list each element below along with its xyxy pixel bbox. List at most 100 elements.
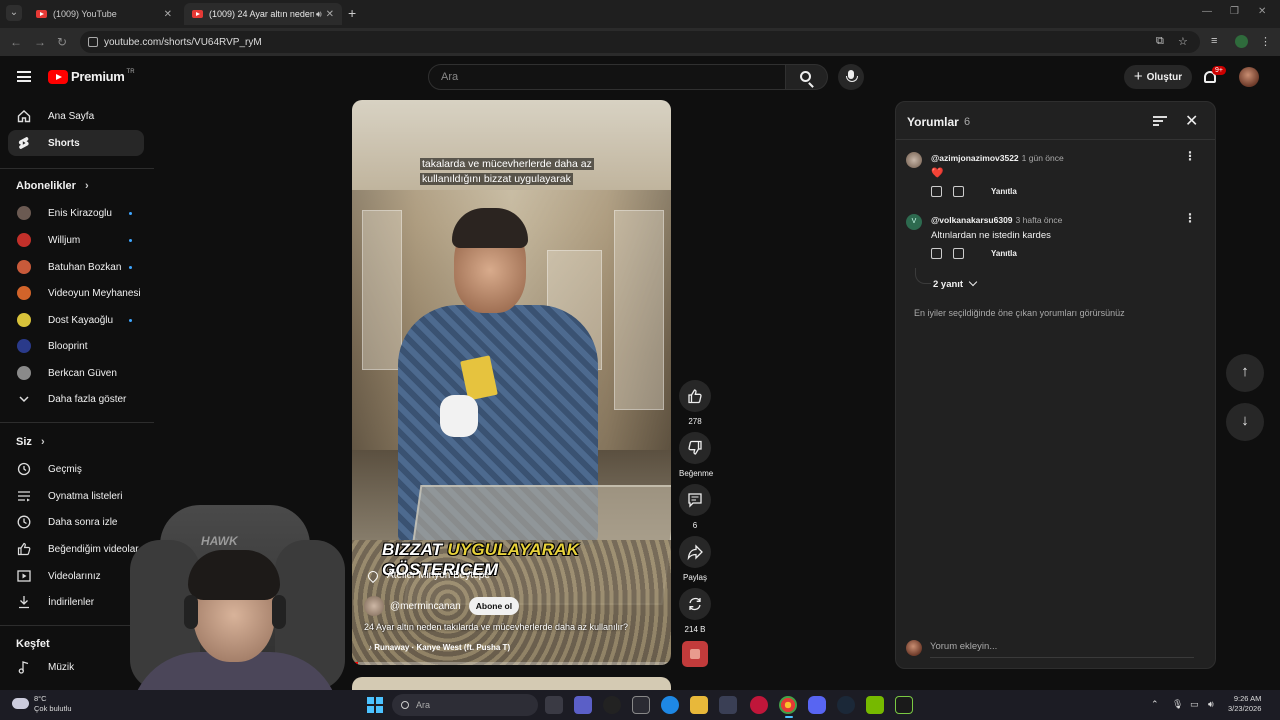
channel-avatar — [17, 366, 31, 380]
clock[interactable]: 9:26 AM 3/23/2026 — [1228, 694, 1261, 714]
install-app-icon[interactable]: ⧉ — [1156, 35, 1164, 48]
opera-icon[interactable] — [750, 696, 768, 714]
location-tag[interactable]: Atelier Minyon Beytepe — [365, 568, 490, 583]
browser-tab-active[interactable]: (1009) 24 Ayar altın neden t 🔊︎ ✕ — [184, 3, 342, 25]
reply-button[interactable]: Yanıtla — [991, 187, 1017, 196]
task-view-icon[interactable] — [545, 696, 563, 714]
sidebar-item-channel[interactable]: Dost Kayaoğlu — [8, 307, 144, 333]
menu-icon[interactable] — [17, 71, 31, 82]
taskbar-search[interactable]: Ara — [392, 694, 538, 716]
sort-icon[interactable] — [1153, 116, 1167, 126]
short-music-link[interactable]: ♪ Runaway · Kanye West (ft. Pusha T) — [368, 643, 510, 652]
youtube-premium-logo[interactable]: Premium TR — [48, 69, 135, 84]
reply-button[interactable]: Yanıtla — [991, 249, 1017, 258]
commenter-avatar[interactable] — [906, 152, 922, 168]
store-icon[interactable] — [719, 696, 737, 714]
sidebar-item-label: Shorts — [48, 137, 80, 149]
video-progress-bar[interactable] — [352, 662, 671, 665]
comment-time[interactable]: 1 gün önce — [1022, 153, 1064, 163]
thumbs-up-icon[interactable] — [931, 248, 942, 259]
close-window-icon[interactable]: ✕ — [1258, 6, 1266, 17]
sidebar-item-home[interactable]: Ana Sayfa — [8, 103, 144, 129]
comment-time[interactable]: 3 hafta önce — [1016, 215, 1063, 225]
next-short-button[interactable]: ↓ — [1226, 403, 1264, 441]
new-tab-button[interactable]: + — [348, 5, 356, 21]
like-button[interactable]: 278 — [679, 380, 711, 426]
sidebar-item-channel[interactable]: Berkcan Güven — [8, 360, 144, 386]
chrome-icon[interactable] — [779, 696, 797, 714]
commenter-avatar[interactable]: V — [906, 214, 922, 230]
close-icon[interactable]: ✕ — [1185, 111, 1198, 131]
channel-handle[interactable]: @mermincanan — [390, 601, 461, 612]
notifications-badge: 9+ — [1212, 66, 1226, 75]
sound-thumbnail[interactable] — [682, 641, 708, 667]
tab-search-button[interactable]: ⌄ — [6, 5, 22, 21]
reload-icon[interactable]: ↻ — [57, 35, 67, 49]
short-video-player[interactable]: takalarda ve mücevherlerde daha az kulla… — [352, 100, 671, 665]
cloud-icon[interactable] — [12, 698, 29, 709]
create-button[interactable]: + Oluştur — [1124, 65, 1192, 89]
weather-widget[interactable]: 8°C Çok bulutlu — [34, 694, 72, 714]
you-heading[interactable]: Siz › — [16, 436, 45, 448]
thumbs-down-icon[interactable] — [953, 186, 964, 197]
comment-author[interactable]: @azimjonazimov3522 — [931, 153, 1019, 163]
audio-playing-icon[interactable]: 🔊︎ — [316, 9, 322, 20]
address-bar[interactable]: youtube.com/shorts/VU64RVP_ryM — [80, 31, 1200, 53]
comment-menu-icon[interactable]: ⋮ — [1184, 212, 1196, 224]
forward-icon[interactable]: → — [34, 35, 46, 49]
sidebar-item-channel[interactable]: Videoyun Meyhanesi — [8, 280, 144, 306]
discord-icon[interactable] — [808, 696, 826, 714]
browser-menu-icon[interactable]: ⋮ — [1260, 35, 1271, 48]
comment-author[interactable]: @volkanakarsu6309 — [931, 215, 1013, 225]
sidebar-item-shorts[interactable]: Shorts — [8, 130, 144, 156]
comment-menu-icon[interactable]: ⋮ — [1184, 150, 1196, 162]
sidebar-item-channel[interactable]: Batuhan Bozkan — [8, 254, 144, 280]
back-icon[interactable]: ← — [10, 35, 22, 49]
profile-avatar[interactable] — [1235, 35, 1248, 48]
remix-button[interactable]: 214 B — [679, 588, 711, 634]
site-info-icon[interactable] — [88, 37, 98, 47]
start-button-icon[interactable] — [367, 697, 383, 713]
app-icon[interactable] — [895, 696, 913, 714]
edge-icon[interactable] — [661, 696, 679, 714]
comment-input[interactable]: Yorum ekleyin... — [930, 640, 1194, 658]
close-tab-icon[interactable]: ✕ — [326, 9, 334, 20]
view-replies-button[interactable]: 2 yanıt — [933, 277, 978, 290]
browser-tab[interactable]: (1009) YouTube ✕ — [28, 3, 180, 25]
bookmark-star-icon[interactable]: ☆ — [1178, 35, 1188, 48]
file-explorer-icon[interactable] — [690, 696, 708, 714]
short-title[interactable]: 24 Ayar altın neden takılarda ve mücevhe… — [364, 622, 628, 632]
network-icon[interactable]: ▭ — [1190, 699, 1199, 710]
dislike-button[interactable]: Beğenme — [679, 432, 713, 478]
channel-avatar — [17, 286, 31, 300]
sidebar-item-history[interactable]: Geçmiş — [8, 456, 144, 482]
thumbs-down-icon[interactable] — [953, 248, 964, 259]
comments-button[interactable]: 6 — [679, 484, 711, 530]
teams-icon[interactable] — [574, 696, 592, 714]
github-icon[interactable] — [603, 696, 621, 714]
minimize-icon[interactable]: — — [1202, 6, 1212, 17]
thumbs-up-icon[interactable] — [931, 186, 942, 197]
volume-icon[interactable]: 🔊︎ — [1208, 699, 1214, 710]
nvidia-icon[interactable] — [866, 696, 884, 714]
video-caption-overlay: takalarda ve mücevherlerde daha az kulla… — [420, 156, 598, 186]
share-button[interactable]: Paylaş — [679, 536, 711, 582]
subscriptions-heading[interactable]: Abonelikler › — [16, 180, 89, 192]
account-avatar[interactable] — [1239, 67, 1259, 87]
media-controls-icon[interactable]: ≡ — [1211, 35, 1217, 47]
voice-search-button[interactable] — [838, 64, 864, 90]
close-tab-icon[interactable]: ✕ — [164, 9, 172, 20]
search-input[interactable]: Ara — [428, 64, 786, 90]
search-button[interactable] — [786, 64, 828, 90]
sidebar-item-channel[interactable]: Blooprint — [8, 333, 144, 359]
sidebar-item-channel[interactable]: Willjum — [8, 227, 144, 253]
restore-icon[interactable]: ❐ — [1230, 6, 1239, 17]
show-more-button[interactable]: Daha fazla göster — [8, 386, 144, 412]
sidebar-item-channel[interactable]: Enis Kirazoglu — [8, 200, 144, 226]
previous-short-button[interactable]: ↑ — [1226, 354, 1264, 392]
steam-icon[interactable] — [837, 696, 855, 714]
app-icon[interactable] — [632, 696, 650, 714]
tray-overflow-icon[interactable]: ⌃ — [1151, 699, 1159, 710]
microphone-tray-icon[interactable]: 🎙︎ — [1172, 699, 1183, 710]
subscribe-button[interactable]: Abone ol — [468, 597, 520, 615]
